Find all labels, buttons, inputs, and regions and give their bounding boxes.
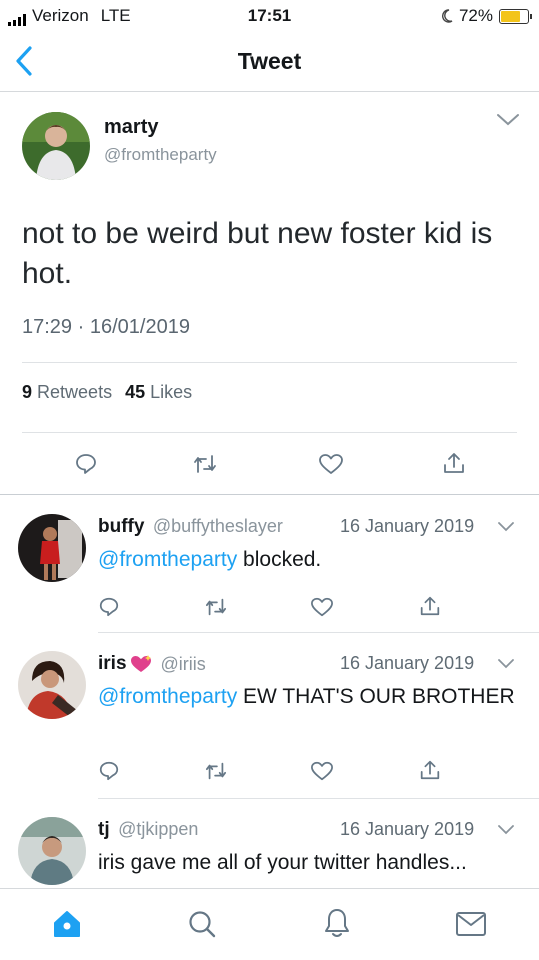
avatar[interactable] (22, 112, 90, 180)
nav-bar: Tweet (0, 32, 539, 92)
battery-percent: 72% (458, 6, 493, 25)
tweet-time: 17:29 (22, 316, 73, 338)
search-icon[interactable] (187, 909, 217, 939)
author-name[interactable]: marty (104, 116, 158, 139)
tweet-text: not to be weird but new foster kid is ho… (22, 217, 493, 290)
separator-dot: · (77, 316, 90, 338)
list-item[interactable]: tj @tjkippen 16 January 2019 iris gave m… (0, 799, 539, 888)
reply-date: 16 January 2019 (340, 653, 475, 673)
sparkling-heart-icon (130, 655, 151, 672)
share-icon[interactable] (441, 450, 467, 476)
reply-author-name[interactable]: iris (98, 653, 127, 675)
engagement-counts: 9 Retweets 45 Likes (22, 382, 192, 403)
list-item[interactable]: iris @iriis 16 January 2019 @fromthepart… (0, 633, 539, 798)
reply-author-name[interactable]: tj (98, 819, 110, 840)
retweet-icon[interactable] (192, 452, 218, 476)
reply-author-handle[interactable]: @iriis (161, 654, 206, 675)
mention-link[interactable]: @fromtheparty (98, 548, 237, 571)
avatar[interactable] (18, 817, 86, 885)
reply-header: iris @iriis (98, 653, 206, 675)
battery-icon (499, 8, 532, 24)
reply-text: @fromtheparty EW THAT'S OUR BROTHER (98, 682, 518, 712)
like-label: Likes (150, 382, 193, 402)
mention-link[interactable]: @fromtheparty (98, 685, 237, 708)
messages-envelope-icon[interactable] (455, 911, 487, 937)
reply-icon[interactable] (98, 760, 120, 782)
divider (22, 362, 517, 363)
status-bar: Verizon LTE 17:51 72% (0, 0, 539, 32)
reply-author-handle[interactable]: @buffytheslayer (153, 516, 283, 536)
reply-body: EW THAT'S OUR BROTHER (243, 685, 515, 708)
chevron-down-icon[interactable] (497, 824, 515, 836)
divider (22, 432, 517, 433)
tweet-timestamp: 17:29 · 16/01/2019 (22, 316, 190, 339)
author-handle[interactable]: @fromtheparty (104, 145, 217, 165)
retweet-label: Retweets (37, 382, 113, 402)
like-icon[interactable] (310, 760, 334, 782)
reply-text: iris gave me all of your twitter handles… (98, 851, 467, 874)
chevron-down-icon[interactable] (497, 521, 515, 533)
reply-header: buffy @buffytheslayer (98, 516, 283, 538)
tab-bar (0, 888, 539, 960)
reply-text: @fromtheparty blocked. (98, 545, 518, 575)
home-icon[interactable] (51, 909, 83, 939)
retweet-count: 9 (22, 382, 33, 402)
chevron-down-icon[interactable] (497, 658, 515, 670)
reply-author-handle[interactable]: @tjkippen (118, 819, 198, 839)
share-icon[interactable] (418, 594, 442, 618)
page-title: Tweet (237, 48, 302, 74)
chevron-down-icon[interactable] (495, 112, 521, 128)
reply-icon[interactable] (74, 452, 98, 476)
share-icon[interactable] (418, 758, 442, 782)
avatar[interactable] (18, 651, 86, 719)
like-icon[interactable] (310, 596, 334, 618)
like-count: 45 (125, 382, 146, 402)
reply-date: 16 January 2019 (340, 516, 475, 536)
retweet-icon[interactable] (204, 760, 228, 782)
reply-header: tj @tjkippen (98, 819, 198, 841)
like-icon[interactable] (318, 452, 344, 476)
reply-icon[interactable] (98, 596, 120, 618)
reply-body: blocked. (243, 548, 322, 571)
moon-icon (441, 9, 453, 23)
battery-info: 72% (441, 6, 532, 26)
list-item[interactable]: buffy @buffytheslayer 16 January 2019 @f… (0, 496, 539, 632)
retweet-icon[interactable] (204, 596, 228, 618)
notifications-bell-icon[interactable] (322, 907, 352, 939)
divider (0, 494, 539, 495)
tweet-date: 16/01/2019 (89, 316, 190, 338)
reply-date: 16 January 2019 (340, 819, 475, 839)
retweet-count-link[interactable]: 9 Retweets (22, 382, 112, 402)
reply-author-name[interactable]: buffy (98, 516, 144, 537)
avatar[interactable] (18, 514, 86, 582)
like-count-link[interactable]: 45 Likes (125, 382, 192, 402)
